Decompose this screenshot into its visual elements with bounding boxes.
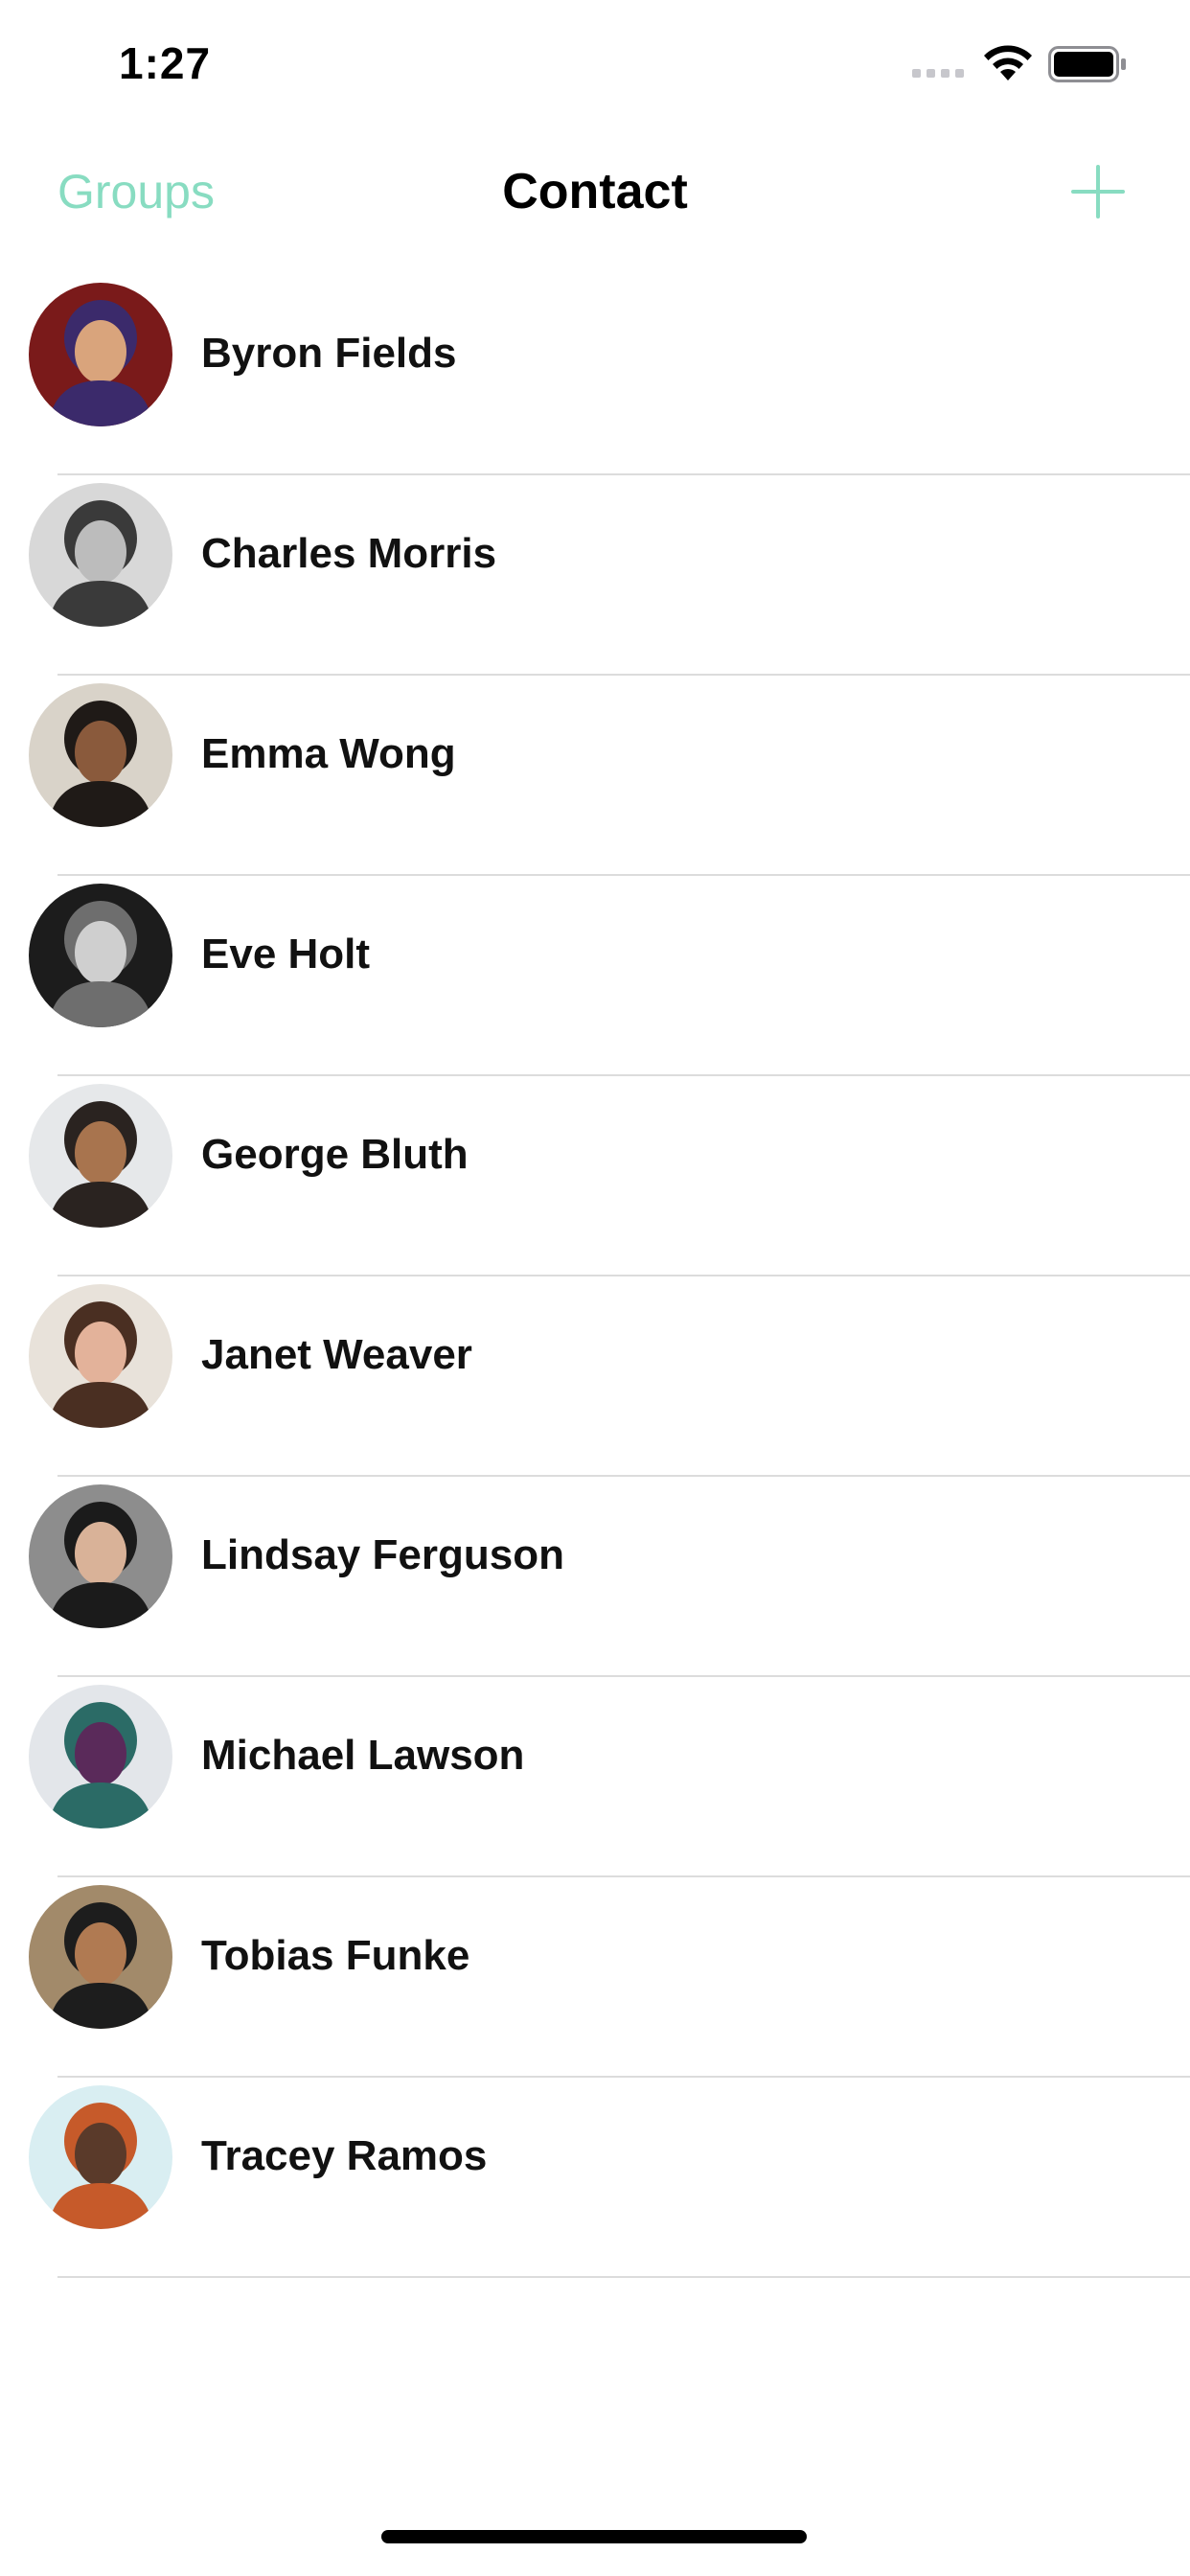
avatar xyxy=(29,1484,172,1628)
avatar xyxy=(29,283,172,426)
contact-list: Byron Fields Charles Morris Emma Wong Eve H… xyxy=(0,275,1190,2278)
avatar xyxy=(29,1885,172,2029)
contact-name: Tobias Funke xyxy=(201,1932,470,1979)
avatar xyxy=(29,884,172,1027)
page-title: Contact xyxy=(502,164,688,219)
contact-name: Michael Lawson xyxy=(201,1732,525,1779)
contact-name: Lindsay Ferguson xyxy=(201,1531,564,1578)
contact-row[interactable]: Byron Fields xyxy=(0,275,1190,475)
navigation-bar: Groups Contact xyxy=(0,134,1190,249)
contact-row[interactable]: Eve Holt xyxy=(0,876,1190,1076)
contact-name: George Bluth xyxy=(201,1131,469,1178)
contact-row[interactable]: Emma Wong xyxy=(0,676,1190,876)
avatar xyxy=(29,2085,172,2229)
contact-name: Byron Fields xyxy=(201,330,457,377)
home-indicator[interactable] xyxy=(381,2530,807,2543)
status-time: 1:27 xyxy=(119,38,212,88)
avatar xyxy=(29,1084,172,1228)
avatar xyxy=(29,483,172,627)
contact-row[interactable]: Janet Weaver xyxy=(0,1276,1190,1477)
contact-name: Emma Wong xyxy=(201,730,456,777)
avatar xyxy=(29,1284,172,1428)
contact-row[interactable]: Tobias Funke xyxy=(0,1877,1190,2078)
contact-name: Tracey Ramos xyxy=(201,2132,488,2179)
contact-row[interactable]: Tracey Ramos xyxy=(0,2078,1190,2278)
avatar xyxy=(29,1685,172,1828)
status-bar: 1:27 xyxy=(0,0,1190,125)
avatar xyxy=(29,683,172,827)
contact-row[interactable]: Michael Lawson xyxy=(0,1677,1190,1877)
contact-row[interactable]: Lindsay Ferguson xyxy=(0,1477,1190,1677)
wifi-icon xyxy=(984,45,1032,80)
contact-name: Charles Morris xyxy=(201,530,497,577)
contact-name: Eve Holt xyxy=(201,931,371,978)
contact-row[interactable]: George Bluth xyxy=(0,1076,1190,1276)
plus-icon[interactable] xyxy=(1069,163,1127,220)
contact-name: Janet Weaver xyxy=(201,1331,472,1378)
battery-icon xyxy=(1048,46,1126,82)
cellular-signal-icon xyxy=(912,69,964,78)
contact-row[interactable]: Charles Morris xyxy=(0,475,1190,676)
